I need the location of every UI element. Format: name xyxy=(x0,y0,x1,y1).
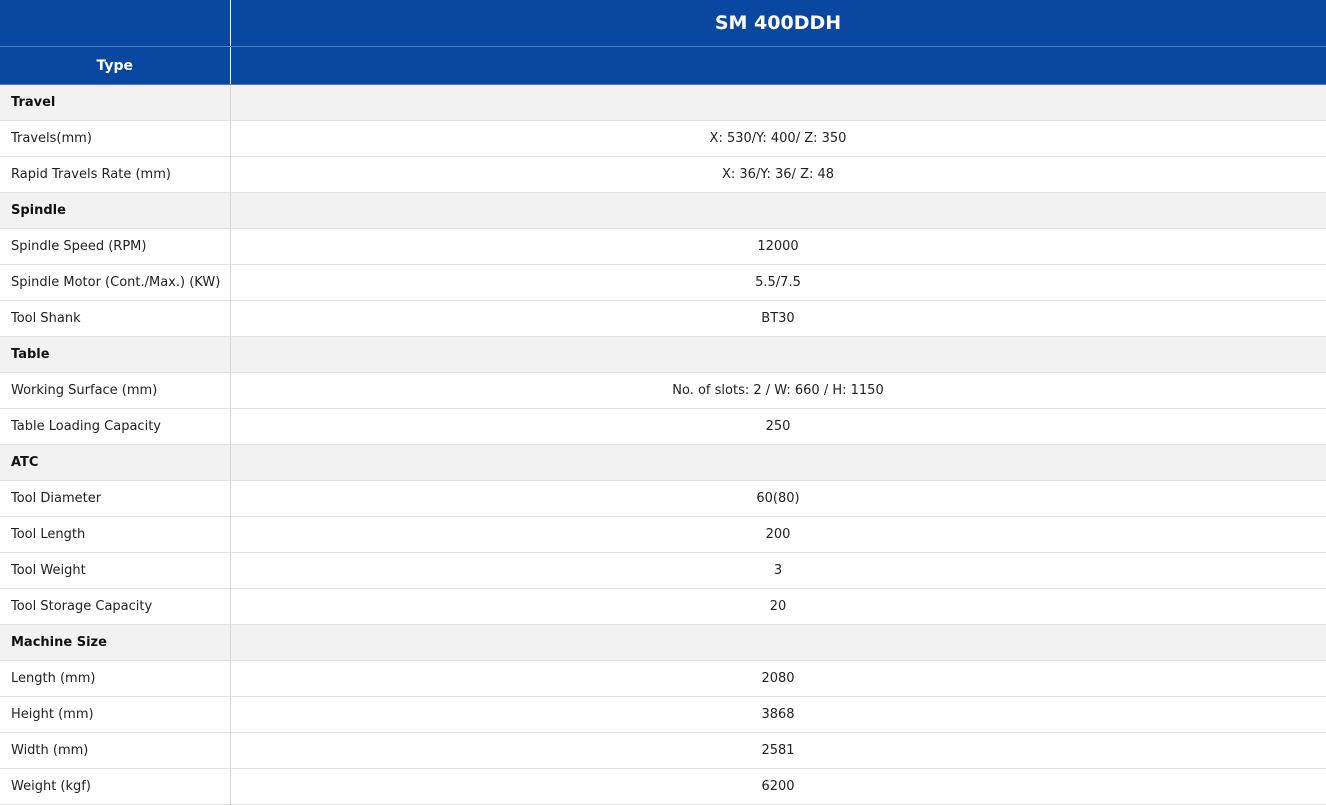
spec-row: Tool Length 200 xyxy=(0,516,1326,553)
model-name-header: SM 400DDH xyxy=(230,0,1326,47)
spec-value: No. of slots: 2 / W: 660 / H: 1150 xyxy=(230,372,1326,409)
spec-value: 3868 xyxy=(230,696,1326,733)
spec-value: 250 xyxy=(230,408,1326,445)
spec-value: 60(80) xyxy=(230,480,1326,517)
spec-row: Travels(mm) X: 530/Y: 400/ Z: 350 xyxy=(0,120,1326,157)
spec-value: X: 36/Y: 36/ Z: 48 xyxy=(230,156,1326,193)
spec-row: Spindle Speed (RPM) 12000 xyxy=(0,228,1326,265)
spec-label: Spindle Speed (RPM) xyxy=(0,228,231,265)
spec-row: Rapid Travels Rate (mm) X: 36/Y: 36/ Z: 4… xyxy=(0,156,1326,193)
section-spacer xyxy=(230,192,1326,229)
spec-label: Table Loading Capacity xyxy=(0,408,231,445)
spec-value: 2581 xyxy=(230,732,1326,769)
spec-label: Tool Storage Capacity xyxy=(0,588,231,625)
section-row: Travel xyxy=(0,84,1326,121)
spec-value: 12000 xyxy=(230,228,1326,265)
section-title: Spindle xyxy=(0,192,231,229)
spec-value: 6200 xyxy=(230,768,1326,805)
type-value-header xyxy=(230,46,1326,85)
spec-label: Weight (kgf) xyxy=(0,768,231,805)
type-label-header: Type xyxy=(0,46,231,85)
section-spacer xyxy=(230,84,1326,121)
spec-row: Working Surface (mm) No. of slots: 2 / W:… xyxy=(0,372,1326,409)
spec-row: Width (mm) 2581 xyxy=(0,732,1326,769)
spec-row: Length (mm) 2080 xyxy=(0,660,1326,697)
section-title: Table xyxy=(0,336,231,373)
spec-row: Tool Shank BT30 xyxy=(0,300,1326,337)
section-title: ATC xyxy=(0,444,231,481)
section-spacer xyxy=(230,624,1326,661)
section-spacer xyxy=(230,336,1326,373)
spec-label: Spindle Motor (Cont./Max.) (KW) xyxy=(0,264,231,301)
section-row: ATC xyxy=(0,444,1326,481)
spec-value: 5.5/7.5 xyxy=(230,264,1326,301)
spec-label: Width (mm) xyxy=(0,732,231,769)
spec-label: Tool Weight xyxy=(0,552,231,589)
spec-value: 200 xyxy=(230,516,1326,553)
spec-row: Spindle Motor (Cont./Max.) (KW) 5.5/7.5 xyxy=(0,264,1326,301)
section-title: Travel xyxy=(0,84,231,121)
section-row: Table xyxy=(0,336,1326,373)
section-title: Machine Size xyxy=(0,624,231,661)
spec-value: 20 xyxy=(230,588,1326,625)
spec-table: SM 400DDH Type Travel Travels(mm) X: 530/Y… xyxy=(0,0,1326,805)
header-row-type: Type xyxy=(0,46,1326,85)
spec-label: Length (mm) xyxy=(0,660,231,697)
section-row: Machine Size xyxy=(0,624,1326,661)
spec-label: Tool Diameter xyxy=(0,480,231,517)
spec-label: Tool Length xyxy=(0,516,231,553)
spec-row: Tool Diameter 60(80) xyxy=(0,480,1326,517)
spec-row: Table Loading Capacity 250 xyxy=(0,408,1326,445)
spec-row: Tool Weight 3 xyxy=(0,552,1326,589)
spec-value: X: 530/Y: 400/ Z: 350 xyxy=(230,120,1326,157)
spec-value: 3 xyxy=(230,552,1326,589)
spec-label: Travels(mm) xyxy=(0,120,231,157)
spec-label: Working Surface (mm) xyxy=(0,372,231,409)
spec-row: Height (mm) 3868 xyxy=(0,696,1326,733)
header-corner-cell xyxy=(0,0,231,47)
spec-label: Rapid Travels Rate (mm) xyxy=(0,156,231,193)
section-spacer xyxy=(230,444,1326,481)
section-row: Spindle xyxy=(0,192,1326,229)
spec-value: 2080 xyxy=(230,660,1326,697)
spec-row: Weight (kgf) 6200 xyxy=(0,768,1326,805)
spec-table-body: Travel Travels(mm) X: 530/Y: 400/ Z: 350 Ra… xyxy=(0,84,1326,805)
header-row-model: SM 400DDH xyxy=(0,0,1326,47)
spec-label: Height (mm) xyxy=(0,696,231,733)
spec-label: Tool Shank xyxy=(0,300,231,337)
spec-value: BT30 xyxy=(230,300,1326,337)
spec-row: Tool Storage Capacity 20 xyxy=(0,588,1326,625)
